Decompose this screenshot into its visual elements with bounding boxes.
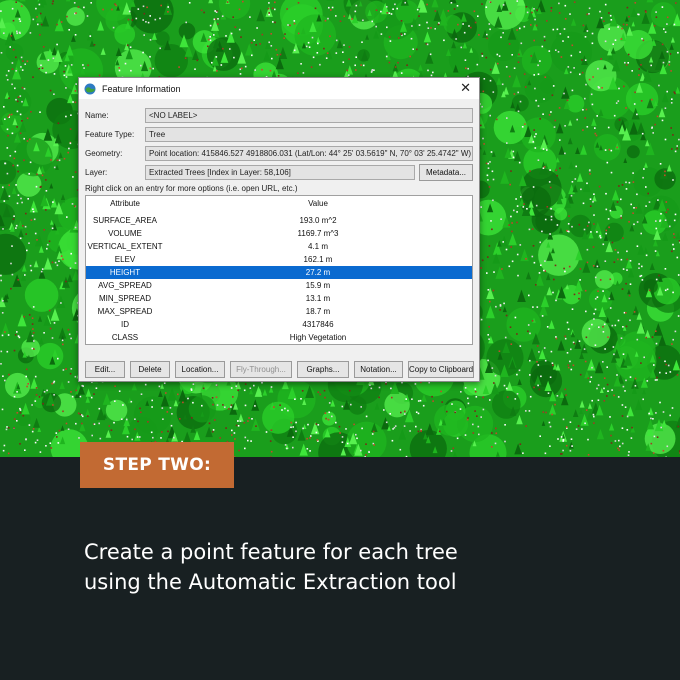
name-row: Name: <NO LABEL> <box>85 108 473 123</box>
attribute-value: High Vegetation <box>289 333 347 342</box>
table-row[interactable]: ID 4317846 <box>86 318 472 331</box>
attribute-name: VERTICAL_EXTENT <box>87 242 163 251</box>
table-row[interactable]: AVG_SPREAD 15.9 m <box>86 279 472 292</box>
fly-through-button[interactable]: Fly-Through... <box>230 361 292 378</box>
attribute-value: 4317846 <box>302 320 334 329</box>
name-label: Name: <box>85 111 109 120</box>
attribute-name: MAX_SPREAD <box>97 307 153 316</box>
table-row[interactable]: ELEV 162.1 m <box>86 253 472 266</box>
layer-field[interactable]: Extracted Trees [Index in Layer: 58,106] <box>145 165 415 180</box>
table-row-selected[interactable]: HEIGHT 27.2 m <box>86 266 472 279</box>
table-row[interactable]: CLASS High Vegetation <box>86 331 472 344</box>
geometry-row: Geometry: Point location: 415846.527 491… <box>85 146 473 161</box>
attribute-name: CLASS <box>111 333 139 342</box>
metadata-button[interactable]: Metadata... <box>419 164 473 181</box>
step-badge: STEP TWO: <box>80 442 234 488</box>
close-icon[interactable]: ✕ <box>460 80 471 96</box>
edit-button[interactable]: Edit... <box>85 361 125 378</box>
attribute-list[interactable]: Attribute Value SURFACE_AREA 193.0 m^2 V… <box>85 195 473 345</box>
right-click-hint: Right click on an entry for more options… <box>85 184 298 193</box>
table-row[interactable]: VOLUME 1169.7 m^3 <box>86 227 472 240</box>
geometry-field[interactable]: Point location: 415846.527 4918806.031 (… <box>145 146 473 161</box>
caption-line-1: Create a point feature for each tree <box>84 540 458 564</box>
copy-to-clipboard-button[interactable]: Copy to Clipboard <box>408 361 474 378</box>
table-row[interactable]: MIN_SPREAD 13.1 m <box>86 292 472 305</box>
name-field[interactable]: <NO LABEL> <box>145 108 473 123</box>
attribute-value: 15.9 m <box>305 281 331 290</box>
location-button[interactable]: Location... <box>175 361 225 378</box>
dialog-button-bar: Edit... Delete Location... Fly-Through..… <box>85 361 479 378</box>
attribute-value: 27.2 m <box>305 268 331 277</box>
feature-type-row: Feature Type: Tree <box>85 127 473 142</box>
attribute-name: ELEV <box>114 255 136 264</box>
delete-button[interactable]: Delete <box>130 361 170 378</box>
attribute-value: 4.1 m <box>307 242 328 251</box>
caption-line-2: using the Automatic Extraction tool <box>84 570 457 594</box>
attribute-name: SURFACE_AREA <box>92 216 158 225</box>
feature-information-dialog: Feature Information ✕ Name: <NO LABEL> F… <box>78 77 480 382</box>
attribute-name: HEIGHT <box>109 268 141 277</box>
feature-type-field[interactable]: Tree <box>145 127 473 142</box>
dialog-title: Feature Information <box>102 83 181 94</box>
attribute-value: 18.7 m <box>305 307 331 316</box>
attribute-name: MIN_SPREAD <box>98 294 151 303</box>
notation-button[interactable]: Notation... <box>354 361 403 378</box>
globe-icon <box>84 83 96 94</box>
attribute-name: ID <box>121 320 129 329</box>
geometry-label: Geometry: <box>85 149 123 158</box>
attribute-value: 13.1 m <box>305 294 331 303</box>
feature-type-label: Feature Type: <box>85 130 135 139</box>
attribute-value: 1169.7 m^3 <box>297 229 339 238</box>
dialog-titlebar[interactable]: Feature Information ✕ <box>79 78 479 99</box>
graphs-button[interactable]: Graphs... <box>297 361 349 378</box>
attribute-list-header: Attribute Value <box>86 199 472 213</box>
caption-text: Create a point feature for each tree usi… <box>84 537 644 597</box>
attribute-name: AVG_SPREAD <box>98 281 152 290</box>
attribute-value: 193.0 m^2 <box>299 216 337 225</box>
column-header-value[interactable]: Value <box>236 199 400 208</box>
table-row[interactable]: SURFACE_AREA 193.0 m^2 <box>86 214 472 227</box>
table-row[interactable]: VERTICAL_EXTENT 4.1 m <box>86 240 472 253</box>
attribute-value: 162.1 m <box>303 255 333 264</box>
layer-row: Layer: Extracted Trees [Index in Layer: … <box>85 165 415 180</box>
attribute-name: VOLUME <box>108 229 142 238</box>
layer-label: Layer: <box>85 168 108 177</box>
table-row[interactable]: MAX_SPREAD 18.7 m <box>86 305 472 318</box>
column-header-attribute[interactable]: Attribute <box>86 199 164 208</box>
